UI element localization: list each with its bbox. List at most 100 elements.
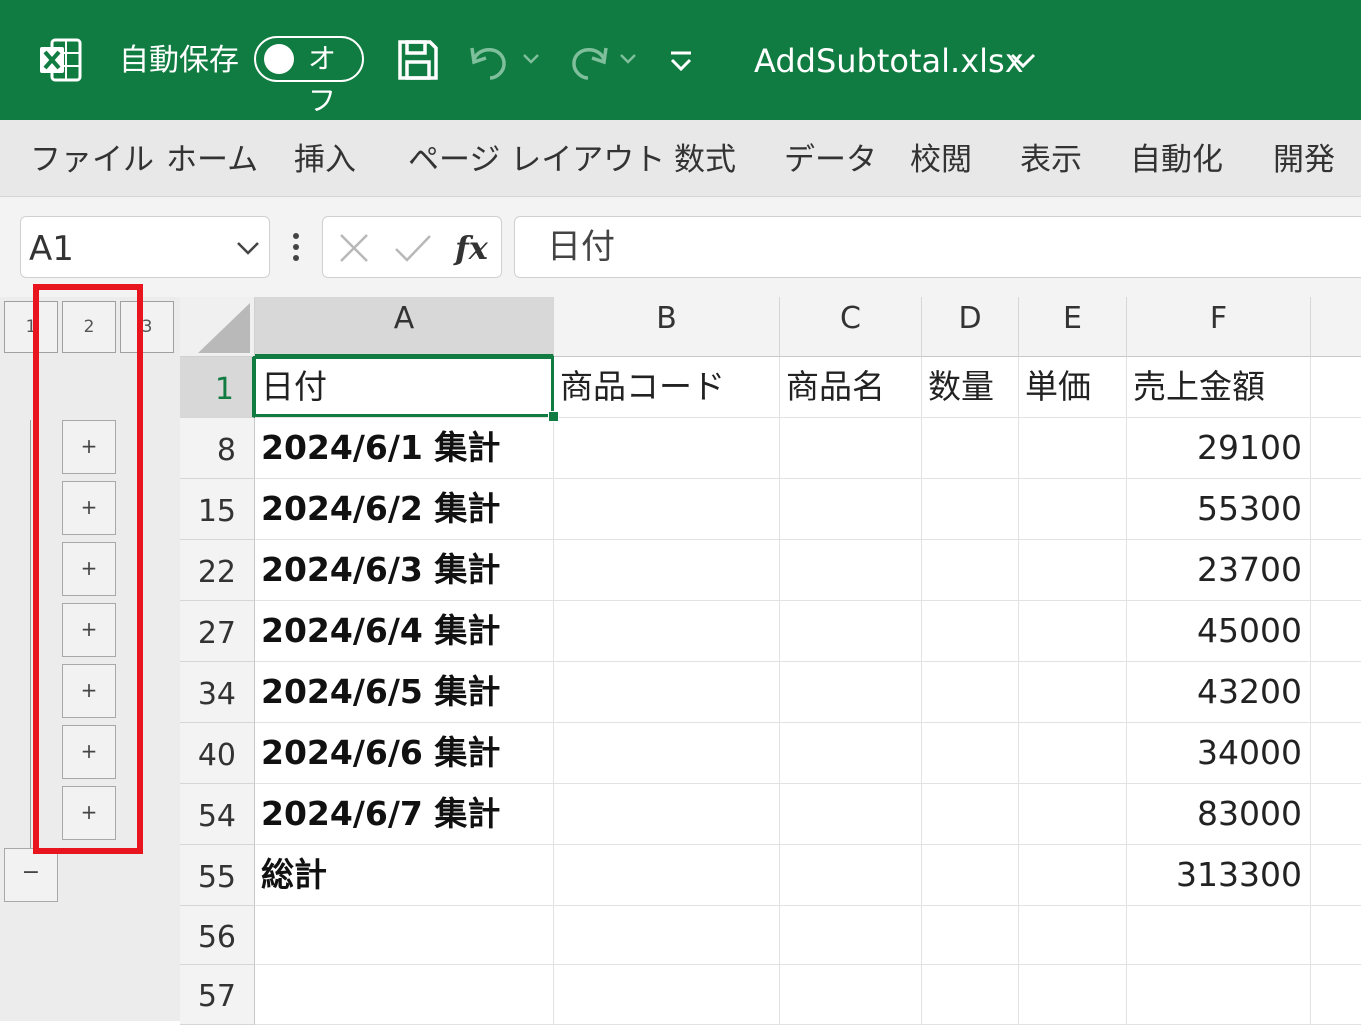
- cell-e40[interactable]: [1019, 723, 1127, 784]
- column-header-c[interactable]: C: [780, 297, 922, 357]
- cell-e27[interactable]: [1019, 601, 1127, 662]
- cell-d8[interactable]: [922, 418, 1019, 479]
- row-header[interactable]: 57: [180, 965, 255, 1025]
- cell-a40[interactable]: 2024/6/6 集計: [255, 723, 554, 784]
- cell-d22[interactable]: [922, 540, 1019, 601]
- cell-e15[interactable]: [1019, 479, 1127, 540]
- cell-c8[interactable]: [780, 418, 922, 479]
- chevron-down-icon[interactable]: [1008, 46, 1038, 76]
- cell-b57[interactable]: [554, 965, 780, 1025]
- cell-c27[interactable]: [780, 601, 922, 662]
- row-header[interactable]: 54: [180, 784, 255, 845]
- row-header[interactable]: 15: [180, 479, 255, 540]
- tab-home[interactable]: ホーム: [166, 140, 258, 180]
- insert-function-icon[interactable]: fx: [453, 227, 493, 269]
- cell-b40[interactable]: [554, 723, 780, 784]
- cell-d54[interactable]: [922, 784, 1019, 845]
- row-header[interactable]: 27: [180, 601, 255, 662]
- select-all-corner[interactable]: [180, 297, 255, 357]
- column-header-b[interactable]: B: [554, 297, 780, 357]
- cell-b1[interactable]: 商品コード: [554, 357, 780, 418]
- cell-e56[interactable]: [1019, 906, 1127, 965]
- save-icon[interactable]: [397, 39, 439, 81]
- cell-e54[interactable]: [1019, 784, 1127, 845]
- cell-b15[interactable]: [554, 479, 780, 540]
- row-header[interactable]: 1: [180, 357, 255, 418]
- tab-developer[interactable]: 開発: [1273, 140, 1335, 180]
- cell-a15[interactable]: 2024/6/2 集計: [255, 479, 554, 540]
- cell-b22[interactable]: [554, 540, 780, 601]
- row-header[interactable]: 22: [180, 540, 255, 601]
- more-options-icon[interactable]: [286, 228, 306, 268]
- cell-g1[interactable]: [1311, 357, 1361, 418]
- formula-input[interactable]: 日付: [514, 216, 1361, 278]
- cell-g54[interactable]: [1311, 784, 1361, 845]
- cancel-icon[interactable]: [337, 231, 371, 265]
- cell-c55[interactable]: [780, 845, 922, 906]
- cell-a34[interactable]: 2024/6/5 集計: [255, 662, 554, 723]
- name-box[interactable]: A1: [20, 216, 270, 278]
- enter-check-icon[interactable]: [393, 231, 433, 265]
- cell-c15[interactable]: [780, 479, 922, 540]
- cell-g34[interactable]: [1311, 662, 1361, 723]
- cell-a22[interactable]: 2024/6/3 集計: [255, 540, 554, 601]
- row-header[interactable]: 34: [180, 662, 255, 723]
- column-header-d[interactable]: D: [922, 297, 1019, 357]
- cell-b54[interactable]: [554, 784, 780, 845]
- cell-a56[interactable]: [255, 906, 554, 965]
- cell-g57[interactable]: [1311, 965, 1361, 1025]
- tab-view[interactable]: 表示: [1020, 140, 1082, 180]
- cell-d34[interactable]: [922, 662, 1019, 723]
- cell-c40[interactable]: [780, 723, 922, 784]
- column-header-a[interactable]: A: [255, 297, 554, 357]
- cell-c54[interactable]: [780, 784, 922, 845]
- column-header-g[interactable]: [1311, 297, 1361, 357]
- cell-b27[interactable]: [554, 601, 780, 662]
- cell-e8[interactable]: [1019, 418, 1127, 479]
- cell-g22[interactable]: [1311, 540, 1361, 601]
- cell-d1[interactable]: 数量: [922, 357, 1019, 418]
- redo-icon[interactable]: [566, 40, 610, 82]
- cell-f8[interactable]: 29100: [1127, 418, 1311, 479]
- row-header[interactable]: 8: [180, 418, 255, 479]
- cell-f34[interactable]: 43200: [1127, 662, 1311, 723]
- cell-e34[interactable]: [1019, 662, 1127, 723]
- cell-g40[interactable]: [1311, 723, 1361, 784]
- cell-b56[interactable]: [554, 906, 780, 965]
- cell-d55[interactable]: [922, 845, 1019, 906]
- tab-page-layout[interactable]: ページ レイアウト: [408, 140, 665, 180]
- cell-g8[interactable]: [1311, 418, 1361, 479]
- cell-f1[interactable]: 売上金額: [1127, 357, 1311, 418]
- collapse-group-button[interactable]: −: [4, 848, 58, 902]
- cell-g55[interactable]: [1311, 845, 1361, 906]
- tab-review[interactable]: 校閲: [910, 140, 972, 180]
- fill-handle[interactable]: [548, 411, 559, 422]
- cell-g27[interactable]: [1311, 601, 1361, 662]
- row-header[interactable]: 56: [180, 906, 255, 965]
- tab-data[interactable]: データ: [784, 140, 877, 180]
- undo-dropdown-icon[interactable]: [522, 52, 540, 66]
- cell-c22[interactable]: [780, 540, 922, 601]
- tab-formulas[interactable]: 数式: [674, 140, 736, 180]
- cell-e1[interactable]: 単価: [1019, 357, 1127, 418]
- row-header[interactable]: 40: [180, 723, 255, 784]
- cell-d40[interactable]: [922, 723, 1019, 784]
- tab-file[interactable]: ファイル: [30, 140, 154, 180]
- autosave-toggle[interactable]: オフ: [254, 36, 364, 117]
- cell-f27[interactable]: 45000: [1127, 601, 1311, 662]
- redo-dropdown-icon[interactable]: [619, 52, 637, 66]
- cell-d27[interactable]: [922, 601, 1019, 662]
- cell-b8[interactable]: [554, 418, 780, 479]
- cell-c57[interactable]: [780, 965, 922, 1025]
- cell-g56[interactable]: [1311, 906, 1361, 965]
- row-header[interactable]: 55: [180, 845, 255, 906]
- customize-qat-icon[interactable]: [668, 48, 694, 74]
- cell-d57[interactable]: [922, 965, 1019, 1025]
- cell-e22[interactable]: [1019, 540, 1127, 601]
- cell-c1[interactable]: 商品名: [780, 357, 922, 418]
- file-name[interactable]: AddSubtotal.xlsx: [754, 40, 1024, 82]
- cell-b34[interactable]: [554, 662, 780, 723]
- cell-f15[interactable]: 55300: [1127, 479, 1311, 540]
- cell-e57[interactable]: [1019, 965, 1127, 1025]
- cell-g15[interactable]: [1311, 479, 1361, 540]
